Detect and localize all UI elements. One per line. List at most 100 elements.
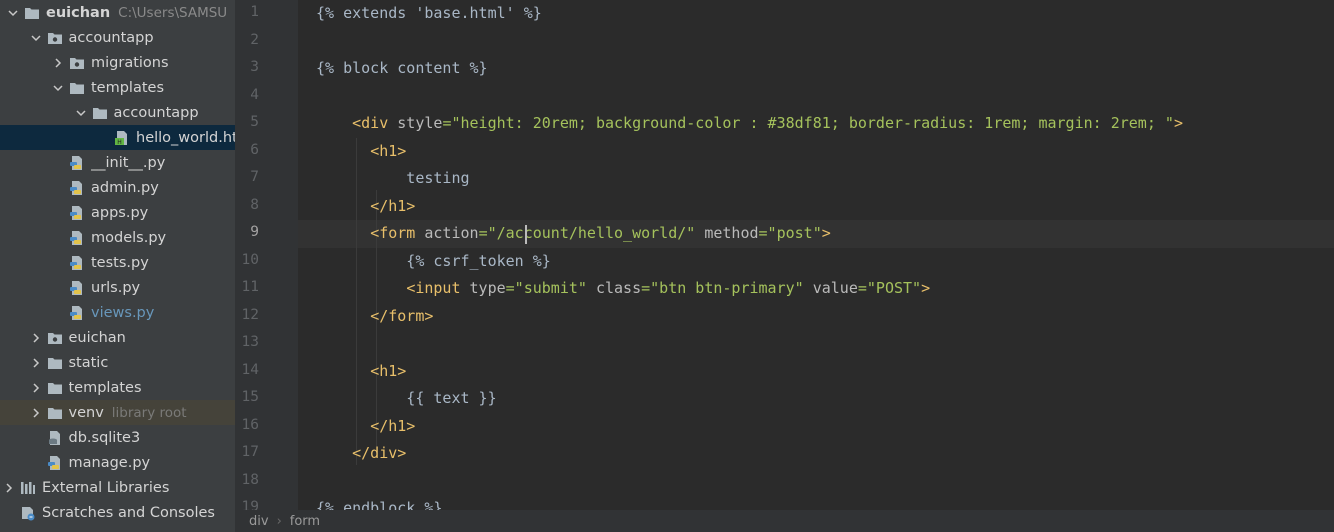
line-number[interactable]: 18 [235,472,259,488]
line-number[interactable]: 4 [235,87,259,103]
tree-item-scratches-and-consoles[interactable]: Scratches and Consoles [0,500,235,525]
html-file-icon: H [114,130,130,146]
chevron-right-icon[interactable] [29,381,43,395]
tree-item-models-py[interactable]: models.py [0,225,235,250]
python-file-icon [69,230,85,246]
line-number[interactable]: 6 [235,142,259,158]
code-token: {% block content %} [316,59,488,77]
svg-text:H: H [117,139,122,146]
chevron-right-icon[interactable] [29,331,43,345]
code-token: {{ text }} [316,389,497,407]
tree-item-accountapp[interactable]: accountapp [0,100,235,125]
tree-item-init-py[interactable]: __init__.py [0,150,235,175]
code-line[interactable]: <h1> [316,362,406,380]
code-token: action [424,224,479,242]
tree-item-templates[interactable]: templates [0,375,235,400]
line-number[interactable]: 8 [235,197,259,213]
tree-item-label: euichan [68,329,126,346]
code-line[interactable]: {% block content %} [316,59,488,77]
tree-item-euichan[interactable]: euichan [0,325,235,350]
tree-item-db-sqlite3[interactable]: db.sqlite3 [0,425,235,450]
python-file-icon [47,455,63,471]
code-token: ="/account/hello_world/" [478,224,705,242]
line-number[interactable]: 10 [235,252,259,268]
line-number[interactable]: 3 [235,59,259,75]
tree-item-views-py[interactable]: views.py [0,300,235,325]
tree-item-label: accountapp [68,29,154,46]
line-number[interactable]: 15 [235,389,259,405]
tree-item-label: Scratches and Consoles [42,504,215,521]
breadcrumb-item-div[interactable]: div [249,514,269,529]
tree-item-urls-py[interactable]: urls.py [0,275,235,300]
package-folder-icon [69,55,85,71]
line-number[interactable]: 1 [235,4,259,20]
line-number[interactable]: 12 [235,307,259,323]
tree-item-venv[interactable]: venv library root [0,400,235,425]
code-line[interactable]: {% csrf_token %} [316,252,551,270]
line-number[interactable]: 13 [235,334,259,350]
code-line[interactable]: <div style="height: 20rem; background-co… [316,114,1183,132]
line-number[interactable]: 16 [235,417,259,433]
package-folder-icon [47,330,63,346]
code-line[interactable]: {% extends 'base.html' %} [316,4,542,22]
chevron-down-icon[interactable] [6,6,20,20]
tree-item-templates[interactable]: templates [0,75,235,100]
code-line[interactable]: </form> [316,307,433,325]
tree-item-label: views.py [91,304,155,321]
code-line[interactable]: <h1> [316,142,406,160]
chevron-right-icon[interactable] [29,406,43,420]
code-line[interactable]: <input type="submit" class="btn btn-prim… [316,279,930,297]
code-line[interactable]: </h1> [316,417,415,435]
line-number[interactable]: 2 [235,32,259,48]
tree-item-static[interactable]: static [0,350,235,375]
tree-item-manage-py[interactable]: manage.py [0,450,235,475]
tree-item-tests-py[interactable]: tests.py [0,250,235,275]
python-file-icon [69,155,85,171]
code-token: <h1> [370,361,407,380]
line-number[interactable]: 14 [235,362,259,378]
chevron-down-icon[interactable] [29,31,43,45]
code-line[interactable]: <form action="/account/hello_world/" met… [316,224,831,242]
tree-item-apps-py[interactable]: apps.py [0,200,235,225]
chevron-down-icon[interactable] [74,106,88,120]
chevron-right-icon[interactable] [51,56,65,70]
chevron-down-icon[interactable] [51,81,65,95]
code-editor[interactable]: {% extends 'base.html' %} {% block conten… [298,0,1334,517]
tree-item-external-libraries[interactable]: External Libraries [0,475,235,500]
code-line[interactable]: </div> [316,444,406,462]
line-number[interactable]: 5 [235,114,259,130]
code-line[interactable]: {{ text }} [316,389,497,407]
chevron-right-icon[interactable] [2,481,16,495]
tree-item-accountapp[interactable]: accountapp [0,25,235,50]
tree-item-admin-py[interactable]: admin.py [0,175,235,200]
tree-item-label: urls.py [91,279,141,296]
python-file-icon [69,180,85,196]
python-file-icon [69,255,85,271]
line-number[interactable]: 17 [235,444,259,460]
tree-item-label: apps.py [91,204,149,221]
code-line[interactable]: </h1> [316,197,415,215]
tree-item-euichan[interactable]: euichan C:\Users\SAMSU [0,0,235,25]
folder-icon [47,380,63,396]
folder-icon [92,105,108,121]
tree-item-label: manage.py [68,454,151,471]
code-line[interactable]: testing [316,169,469,187]
line-number[interactable]: 7 [235,169,259,185]
breadcrumb-item-form[interactable]: form [290,514,320,529]
tree-item-migrations[interactable]: migrations [0,50,235,75]
tree-item-label: templates [68,379,142,396]
chevron-right-icon[interactable] [29,356,43,370]
code-token: </h1> [370,416,416,435]
line-number[interactable]: 9 [235,224,259,240]
line-number[interactable]: 11 [235,279,259,295]
tree-item-hello-world-ht[interactable]: Hhello_world.ht [0,125,235,150]
tree-item-label: migrations [91,54,169,71]
